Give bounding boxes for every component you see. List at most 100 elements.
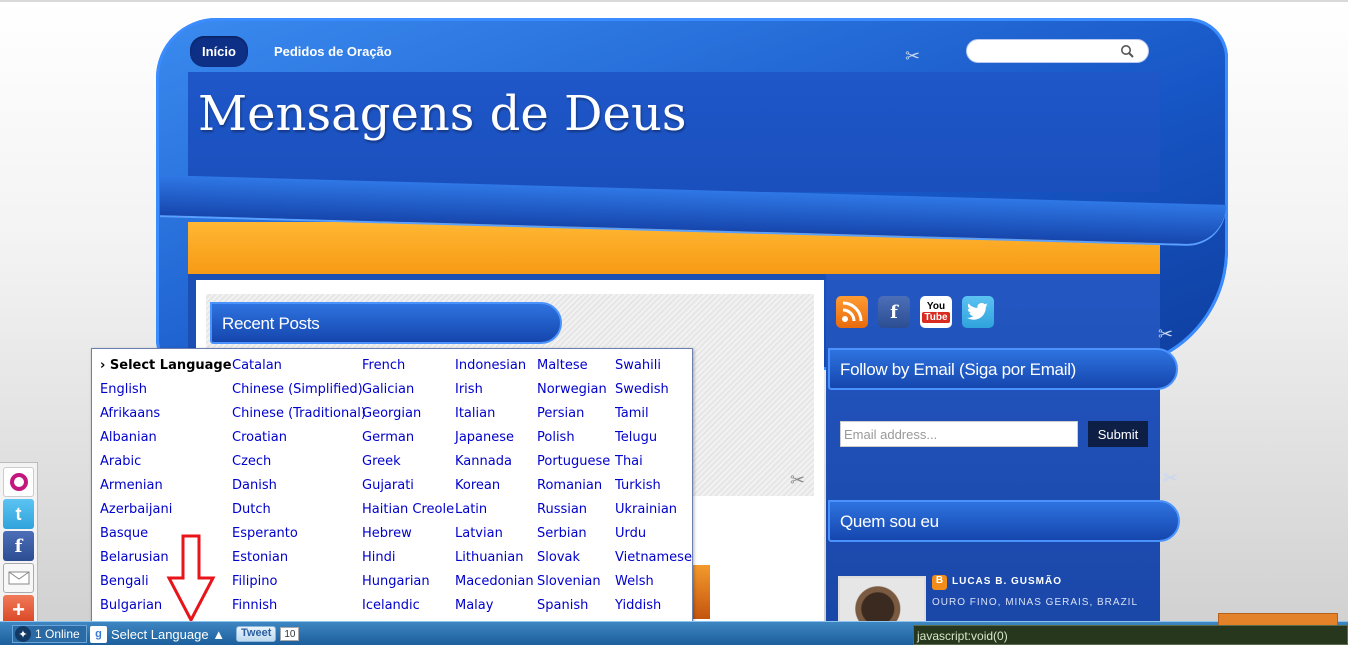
- youtube-icon[interactable]: You Tube: [920, 296, 952, 328]
- nav-item-inicio[interactable]: Início: [190, 36, 248, 67]
- status-bar-url: javascript:void(0): [913, 625, 1348, 645]
- language-option[interactable]: Catalan: [232, 357, 366, 381]
- language-option[interactable]: Swedish: [615, 381, 692, 405]
- language-option[interactable]: Filipino: [232, 573, 366, 597]
- edit-tools-icon[interactable]: ✂: [790, 470, 810, 490]
- language-option[interactable]: English: [100, 381, 232, 405]
- language-option[interactable]: Italian: [455, 405, 534, 429]
- language-option[interactable]: Hungarian: [362, 573, 454, 597]
- language-option[interactable]: Romanian: [537, 477, 610, 501]
- walker-icon: ✦: [15, 626, 31, 642]
- profile-name[interactable]: LUCAS B. GUSMÃO: [952, 576, 1062, 587]
- post-thumbnail[interactable]: [692, 565, 710, 619]
- language-option[interactable]: Armenian: [100, 477, 232, 501]
- language-option[interactable]: Slovenian: [537, 573, 610, 597]
- language-option[interactable]: Slovak: [537, 549, 610, 573]
- language-option[interactable]: Malay: [455, 597, 534, 621]
- language-option[interactable]: Vietnamese: [615, 549, 692, 573]
- language-option[interactable]: Polish: [537, 429, 610, 453]
- search-icon[interactable]: [1120, 44, 1134, 58]
- language-option[interactable]: Icelandic: [362, 597, 454, 621]
- online-counter[interactable]: ✦ 1 Online: [12, 625, 87, 643]
- language-option[interactable]: Maltese: [537, 357, 610, 381]
- language-option[interactable]: Azerbaijani: [100, 501, 232, 525]
- facebook-share-icon[interactable]: f: [3, 531, 34, 561]
- language-option[interactable]: Chinese (Simplified): [232, 381, 366, 405]
- language-option[interactable]: Greek: [362, 453, 454, 477]
- language-option[interactable]: Latvian: [455, 525, 534, 549]
- email-field[interactable]: Email address...: [840, 421, 1078, 447]
- language-option[interactable]: Japanese: [455, 429, 534, 453]
- language-option[interactable]: Yiddish: [615, 597, 692, 621]
- tweet-count: 10: [280, 627, 300, 641]
- edit-tools-icon[interactable]: ✂: [905, 46, 925, 66]
- language-option[interactable]: Kannada: [455, 453, 534, 477]
- language-column: French Galician Georgian German Greek Gu…: [362, 357, 454, 621]
- top-divider: [0, 0, 1348, 2]
- main-nav: Início Pedidos de Oração: [190, 36, 404, 67]
- language-option[interactable]: Haitian Creole: [362, 501, 454, 525]
- language-option[interactable]: Latin: [455, 501, 534, 525]
- language-option[interactable]: Afrikaans: [100, 405, 232, 429]
- site-title[interactable]: Mensagens de Deus: [198, 86, 686, 142]
- language-option[interactable]: Swahili: [615, 357, 692, 381]
- language-option[interactable]: French: [362, 357, 454, 381]
- language-option[interactable]: Urdu: [615, 525, 692, 549]
- language-option[interactable]: Persian: [537, 405, 610, 429]
- language-option[interactable]: Macedonian: [455, 573, 534, 597]
- submit-button[interactable]: Submit: [1088, 421, 1148, 447]
- language-option[interactable]: Ukrainian: [615, 501, 692, 525]
- select-language-button[interactable]: g Select Language ▲: [90, 625, 225, 643]
- search-input[interactable]: [966, 39, 1149, 63]
- language-option[interactable]: Chinese (Traditional): [232, 405, 366, 429]
- language-option[interactable]: Thai: [615, 453, 692, 477]
- language-option[interactable]: Albanian: [100, 429, 232, 453]
- language-option[interactable]: Lithuanian: [455, 549, 534, 573]
- twitter-icon[interactable]: [962, 296, 994, 328]
- facebook-icon[interactable]: f: [878, 296, 910, 328]
- language-option[interactable]: Tamil: [615, 405, 692, 429]
- language-option[interactable]: Finnish: [232, 597, 366, 621]
- edit-tools-icon[interactable]: ✂: [1163, 468, 1183, 488]
- tweet-widget[interactable]: Tweet 10: [236, 625, 300, 643]
- language-option[interactable]: Galician: [362, 381, 454, 405]
- language-option[interactable]: Serbian: [537, 525, 610, 549]
- language-option[interactable]: Norwegian: [537, 381, 610, 405]
- language-option[interactable]: German: [362, 429, 454, 453]
- language-option[interactable]: Korean: [455, 477, 534, 501]
- language-option[interactable]: Gujarati: [362, 477, 454, 501]
- language-option[interactable]: Esperanto: [232, 525, 366, 549]
- language-option[interactable]: Hindi: [362, 549, 454, 573]
- language-option[interactable]: Turkish: [615, 477, 692, 501]
- language-option[interactable]: Indonesian: [455, 357, 534, 381]
- language-option[interactable]: Portuguese: [537, 453, 610, 477]
- language-option[interactable]: Dutch: [232, 501, 366, 525]
- blogger-icon: B: [932, 575, 947, 590]
- tweet-button[interactable]: Tweet: [236, 626, 277, 642]
- language-option[interactable]: Hebrew: [362, 525, 454, 549]
- twitter-share-icon[interactable]: t: [3, 499, 34, 529]
- language-option[interactable]: Irish: [455, 381, 534, 405]
- profile-photo[interactable]: [838, 576, 926, 624]
- language-option[interactable]: Estonian: [232, 549, 366, 573]
- email-share-icon[interactable]: [3, 563, 34, 593]
- recent-posts-title: Recent Posts: [210, 302, 562, 344]
- language-option[interactable]: Telugu: [615, 429, 692, 453]
- language-option[interactable]: Danish: [232, 477, 366, 501]
- language-option[interactable]: Welsh: [615, 573, 692, 597]
- language-option[interactable]: Russian: [537, 501, 610, 525]
- language-option[interactable]: Arabic: [100, 453, 232, 477]
- language-option[interactable]: Georgian: [362, 405, 454, 429]
- language-option[interactable]: Czech: [232, 453, 366, 477]
- orkut-icon[interactable]: [3, 467, 34, 497]
- select-language-label: Select Language ▲: [111, 626, 226, 642]
- online-label: 1 Online: [35, 627, 80, 641]
- language-option-selected[interactable]: › Select Language: [100, 357, 232, 381]
- language-option[interactable]: Spanish: [537, 597, 610, 621]
- google-translate-icon: g: [90, 625, 107, 643]
- rss-icon[interactable]: [836, 296, 868, 328]
- language-column: Maltese Norwegian Persian Polish Portugu…: [537, 357, 610, 621]
- language-option[interactable]: Croatian: [232, 429, 366, 453]
- nav-item-pedidos[interactable]: Pedidos de Oração: [262, 36, 404, 67]
- edit-tools-icon[interactable]: ✂: [1158, 324, 1178, 344]
